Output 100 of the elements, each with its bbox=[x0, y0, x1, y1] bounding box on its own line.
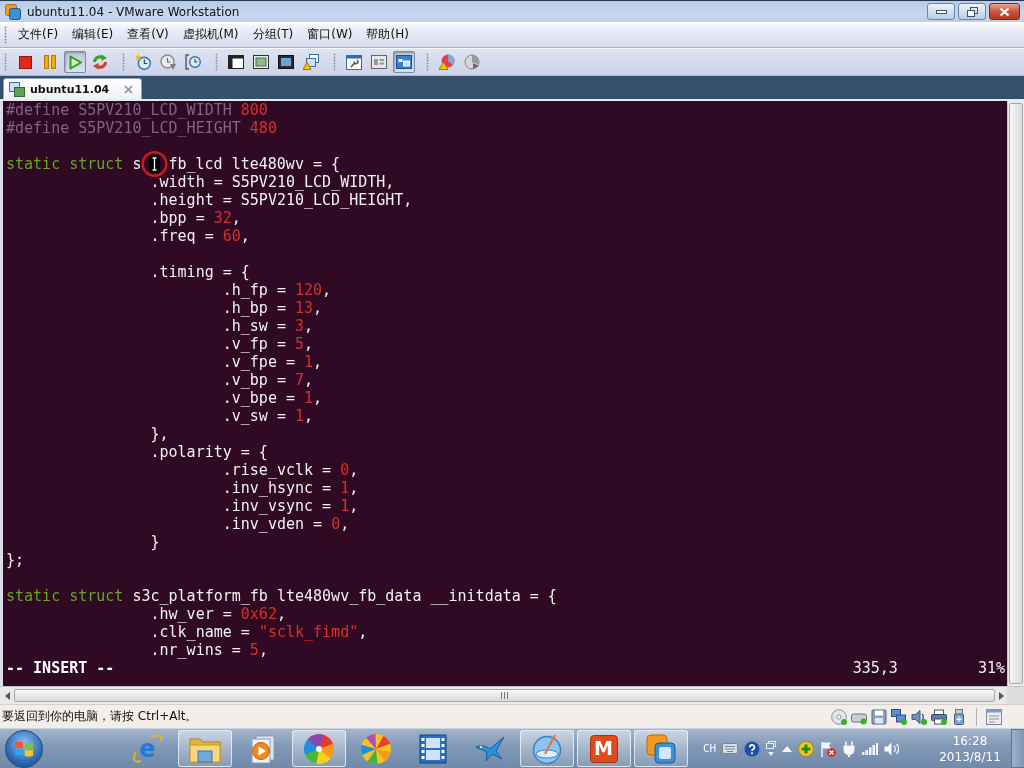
signal-bars-icon[interactable] bbox=[862, 742, 879, 755]
code-text: }; bbox=[6, 551, 25, 569]
overlapping-squares-icon bbox=[644, 732, 677, 765]
speaker-icon[interactable] bbox=[911, 708, 927, 725]
refresh-icon bbox=[92, 54, 108, 70]
code-text: static struct s bbox=[6, 155, 142, 173]
minimize-button[interactable] bbox=[927, 3, 955, 20]
taskbar-button[interactable] bbox=[291, 730, 346, 767]
help-icon[interactable] bbox=[744, 740, 761, 757]
keyboard-icon[interactable] bbox=[722, 743, 739, 754]
code-text: .height = S5PV210_LCD_HEIGHT, bbox=[150, 191, 413, 209]
window-arrow-icon[interactable] bbox=[766, 740, 777, 757]
menu-item[interactable]: 文件(F) bbox=[11, 24, 66, 45]
disc-icon[interactable] bbox=[831, 708, 847, 725]
scroll-percent: 31% bbox=[977, 659, 1005, 677]
code-text: fb_lcd lte480wv = { bbox=[168, 155, 341, 173]
stop-icon bbox=[18, 55, 32, 69]
scrollbar-thumb[interactable] bbox=[14, 689, 995, 702]
code-text: }, bbox=[150, 425, 169, 443]
pie-warning-icon bbox=[439, 54, 455, 70]
message-log-icon[interactable] bbox=[986, 708, 1002, 725]
code-text: .freq = 60, bbox=[150, 227, 250, 245]
scrollbar-corner bbox=[1007, 687, 1024, 704]
speaker-icon[interactable] bbox=[884, 741, 901, 756]
code-text: .inv_vsync = 1, bbox=[222, 497, 359, 515]
tab[interactable]: ubuntu11.04 bbox=[3, 78, 143, 99]
code-text: #define S5PV210_LCD_WIDTH 800 bbox=[6, 101, 268, 119]
vim-mode-indicator: -- INSERT -- bbox=[6, 659, 115, 677]
code-text: .v_bpe = 1, bbox=[222, 389, 323, 407]
menu-item[interactable]: 分组(T) bbox=[245, 24, 301, 45]
code-text: .bpp = 32, bbox=[150, 209, 241, 227]
cursor-position: 335,3 bbox=[852, 659, 898, 677]
app-icon bbox=[5, 3, 21, 20]
code-text: .width = S5PV210_LCD_WIDTH, bbox=[150, 173, 395, 191]
status-message: 要返回到你的电脑，请按 Ctrl+Alt。 bbox=[2, 708, 198, 725]
show-desktop-button[interactable] bbox=[1011, 729, 1024, 768]
code-text: .timing = { bbox=[150, 263, 250, 281]
windows-flag-icon bbox=[14, 739, 34, 758]
windows-warning-icon bbox=[303, 54, 319, 70]
grip-icon bbox=[501, 692, 508, 699]
i-beam-cursor-icon bbox=[141, 151, 169, 177]
code-text: .h_fp = 120, bbox=[222, 281, 332, 299]
code-text: static struct s3c_platform_fb lte480wv_fb_data __initdata = { bbox=[6, 587, 557, 605]
close-icon[interactable] bbox=[124, 84, 134, 94]
pie-chart-icon bbox=[464, 54, 480, 70]
code-text: .h_sw = 3, bbox=[222, 317, 314, 335]
right-arrow-icon[interactable] bbox=[999, 691, 1004, 700]
code-text: .clk_name = "sclk_fimd", bbox=[150, 623, 368, 641]
close-icon bbox=[999, 6, 1010, 17]
network-icon[interactable] bbox=[891, 708, 907, 725]
menu-item[interactable]: 查看(V) bbox=[120, 24, 176, 45]
terminal-screen[interactable] bbox=[3, 101, 1007, 686]
power-plug-icon[interactable] bbox=[842, 740, 857, 757]
letter-logo: e bbox=[131, 732, 164, 765]
fullscreen-icon bbox=[278, 55, 294, 69]
code-text: } bbox=[150, 533, 160, 551]
code-text: .h_bp = 13, bbox=[222, 299, 323, 317]
start-button[interactable] bbox=[5, 729, 43, 768]
close-button[interactable] bbox=[989, 3, 1020, 20]
code-text: .nr_wins = 5, bbox=[150, 641, 268, 659]
menu-item[interactable]: 帮助(H) bbox=[359, 24, 416, 45]
minimize-icon bbox=[935, 9, 947, 14]
clock-bracket-icon bbox=[185, 54, 201, 70]
code-text: .v_bp = 7, bbox=[222, 371, 314, 389]
usb-icon[interactable] bbox=[951, 708, 967, 725]
toolbar-button[interactable] bbox=[393, 51, 415, 73]
up-arrow-icon[interactable] bbox=[782, 745, 793, 752]
window-tiles-icon bbox=[396, 55, 412, 69]
code-text: .v_fpe = 1, bbox=[222, 353, 323, 371]
sphere-icon bbox=[530, 732, 563, 765]
taskbar-button[interactable]: M bbox=[576, 730, 631, 767]
film-strip-icon bbox=[416, 732, 449, 765]
restore-icon bbox=[966, 6, 978, 17]
taskbar-button[interactable] bbox=[633, 730, 688, 767]
code-text: .hw_ver = 0x62, bbox=[150, 605, 286, 623]
printer-icon[interactable] bbox=[931, 708, 947, 725]
flag-icon[interactable] bbox=[820, 740, 837, 757]
pause-icon bbox=[44, 55, 56, 69]
pinwheel-icon bbox=[302, 732, 335, 765]
code-text: .inv_hsync = 1, bbox=[222, 479, 359, 497]
menu-item[interactable]: 窗口(W) bbox=[300, 24, 360, 45]
code-text: .v_sw = 1, bbox=[222, 407, 314, 425]
plus-circle-icon[interactable] bbox=[798, 740, 815, 757]
code-text: .v_fp = 5, bbox=[222, 335, 314, 353]
window-frame-icon bbox=[253, 55, 269, 69]
letter-logo: M bbox=[589, 734, 618, 763]
menu-item[interactable]: 虚拟机(M) bbox=[175, 24, 246, 45]
sidebar-window-icon bbox=[228, 55, 244, 69]
menu-item[interactable]: 编辑(E) bbox=[65, 24, 121, 45]
code-text: .polarity = { bbox=[150, 443, 268, 461]
window-title: ubuntu11.04 - VMware Workstation bbox=[27, 4, 240, 19]
horizontal-scrollbar[interactable] bbox=[0, 686, 1024, 704]
code-text: .inv_vden = 0, bbox=[222, 515, 350, 533]
window-wrench-icon bbox=[346, 54, 362, 70]
code-text: #define S5PV210_LCD_HEIGHT 480 bbox=[6, 119, 277, 137]
window-panel-icon bbox=[371, 55, 387, 69]
code-text: .rise_vclk = 0, bbox=[222, 461, 359, 479]
restore-button[interactable] bbox=[958, 3, 986, 20]
taskbar-button[interactable] bbox=[519, 730, 574, 767]
left-arrow-icon[interactable] bbox=[5, 691, 10, 700]
